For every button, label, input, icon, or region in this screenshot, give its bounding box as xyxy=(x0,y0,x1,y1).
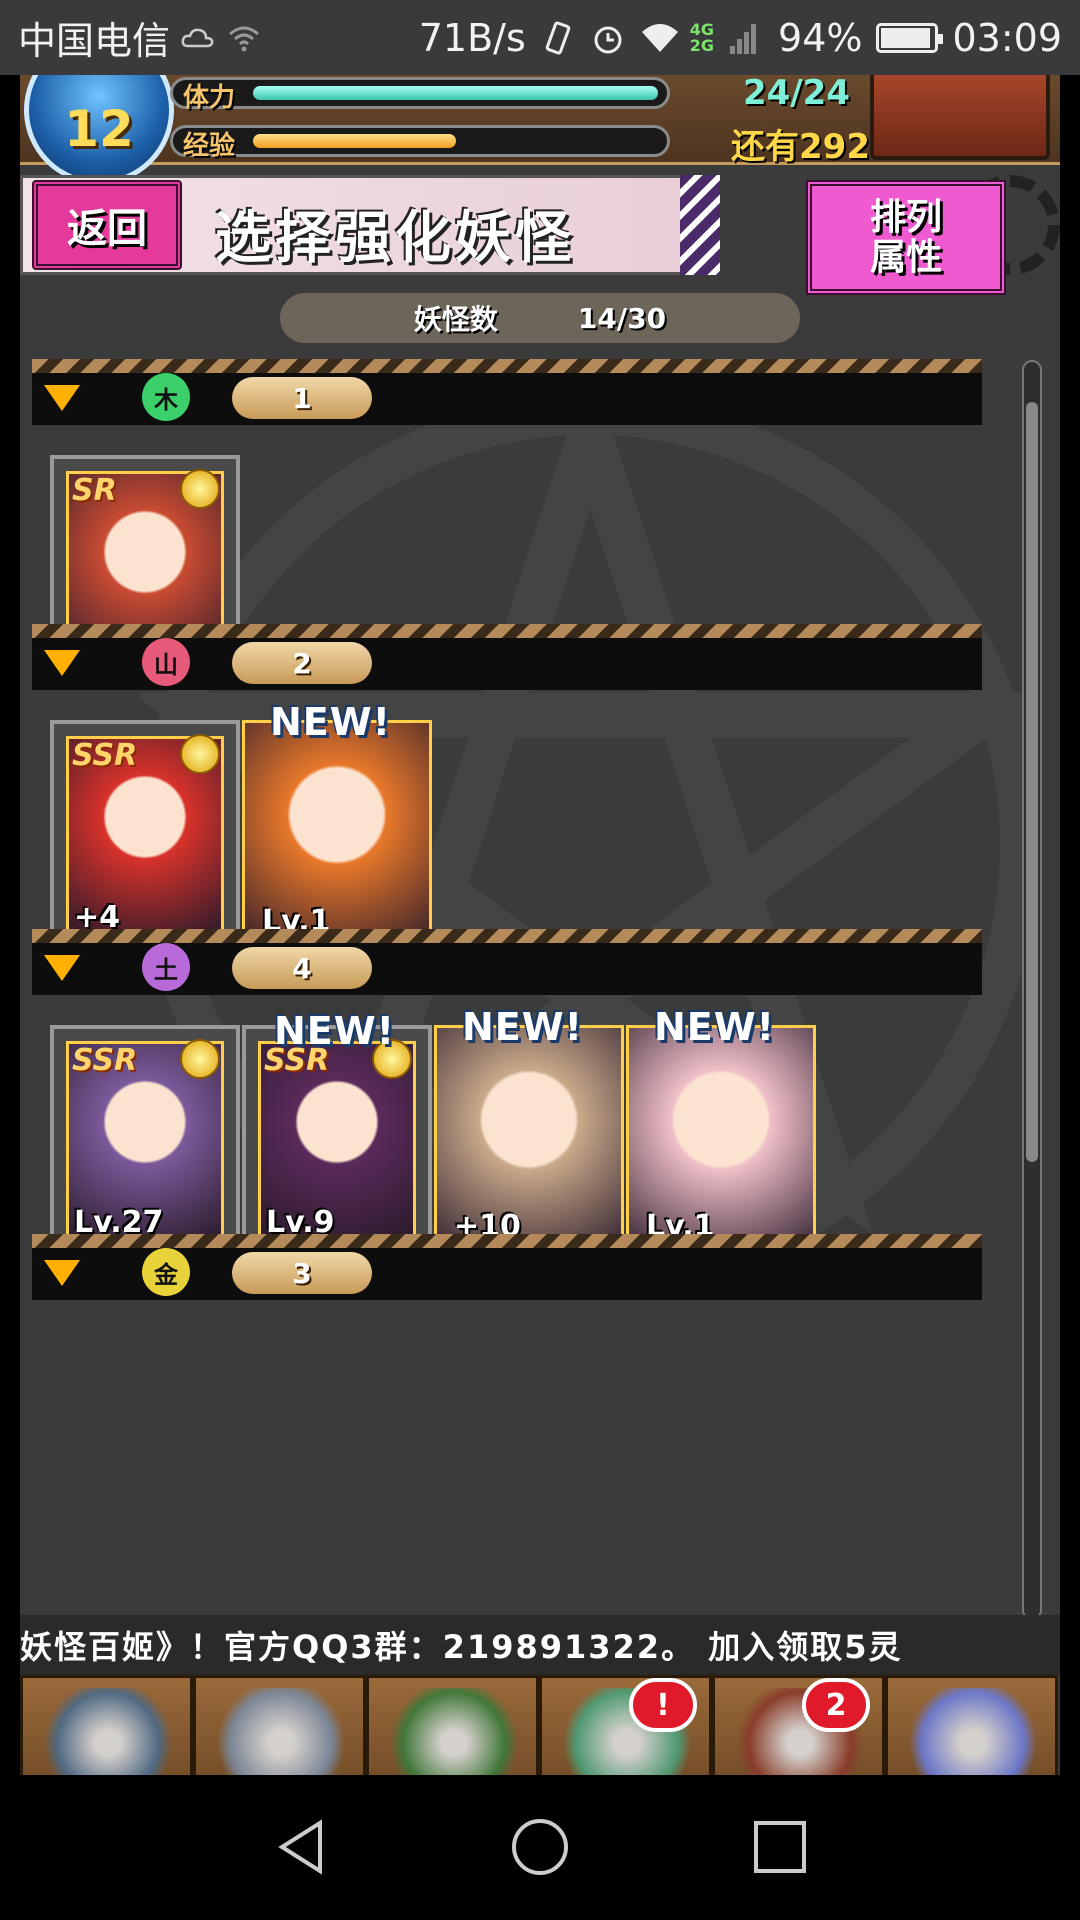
medal-icon xyxy=(180,1039,220,1079)
monster-count-label: 妖怪数 xyxy=(413,303,498,336)
rarity-label: SSR xyxy=(72,1043,138,1078)
nav-item[interactable]: 商店 xyxy=(885,1675,1058,1775)
medal-icon xyxy=(180,469,220,509)
collapse-arrow-icon[interactable] xyxy=(44,955,80,981)
medal-icon xyxy=(180,734,220,774)
sort-label-line2: 属性 xyxy=(869,236,942,278)
vibrate-icon xyxy=(540,20,576,56)
group-header[interactable]: 山2 xyxy=(32,624,982,690)
system-nav-bar xyxy=(0,1775,1080,1920)
group-count: 4 xyxy=(232,947,372,989)
rope-divider xyxy=(32,359,982,373)
network-type: 4G 2G xyxy=(689,19,715,55)
group-header[interactable]: 木1 xyxy=(32,359,982,425)
alarm-icon xyxy=(590,20,626,56)
nav-icon xyxy=(389,1688,519,1775)
collapse-arrow-icon[interactable] xyxy=(44,385,80,411)
rope-divider xyxy=(32,624,982,638)
back-triangle-icon[interactable] xyxy=(270,1815,334,1879)
monster-list[interactable]: 木1SRLv.最大山2SSR+4Lv.1NEW!土4SSRLv.27SSRLv.… xyxy=(20,355,1060,1615)
back-button[interactable]: 返回 xyxy=(32,180,182,270)
rarity-label: SSR xyxy=(72,738,138,773)
exp-label: 经验 xyxy=(183,131,236,161)
recents-square-icon[interactable] xyxy=(748,1815,812,1879)
rarity-label: SR xyxy=(72,473,117,508)
stamina-bar: 体力 xyxy=(170,77,670,113)
sort-button[interactable]: 排列 属性 xyxy=(806,180,1006,295)
monster-count: 妖怪数 14/30 xyxy=(280,293,800,343)
exp-bar: 经验 xyxy=(170,125,670,161)
attribute-icon: 木 xyxy=(142,373,190,421)
monster-card[interactable]: Lv.1 NEW! xyxy=(626,1005,816,1260)
nav-icon xyxy=(43,1688,173,1775)
gift-box-icon[interactable] xyxy=(870,75,1050,160)
status-bar: 中国电信 71B/s 4G 2G 94% 03:09 xyxy=(0,0,1080,75)
exp-remaining: 还有292 xyxy=(731,127,870,167)
new-tag: NEW! xyxy=(654,1005,776,1049)
new-tag: NEW! xyxy=(270,700,392,744)
attribute-icon: 金 xyxy=(142,1248,190,1296)
group-header[interactable]: 金3 xyxy=(32,1234,982,1300)
notification-badge: 2 xyxy=(802,1678,870,1732)
network-speed: 71B/s xyxy=(418,15,526,60)
wifi-off-icon xyxy=(226,20,262,56)
battery-fill xyxy=(881,27,931,48)
group-count: 2 xyxy=(232,642,372,684)
game-screen: 12 体力 24/24 经验 还有292 返回 选择强化妖怪 排列 属性 妖怪数… xyxy=(20,75,1060,1775)
group-header[interactable]: 土4 xyxy=(32,929,982,995)
nav-item[interactable]: 宅邸 xyxy=(20,1675,193,1775)
group-count: 3 xyxy=(232,1252,372,1294)
page-title: 选择强化妖怪 xyxy=(215,206,575,271)
monster-count-value: 14/30 xyxy=(577,301,667,335)
attribute-icon: 山 xyxy=(142,638,190,686)
monster-card[interactable]: Lv.1 NEW! xyxy=(242,700,432,955)
sort-label-line1: 排列 xyxy=(869,196,942,238)
nav-icon xyxy=(216,1688,346,1775)
nav-icon xyxy=(908,1688,1038,1775)
announcement-ticker: 妖怪百姬》！官方QQ3群：219891322。 加入领取5灵 xyxy=(20,1615,1060,1675)
rope-divider xyxy=(32,1234,982,1248)
level-badge: 12 xyxy=(24,75,174,185)
new-tag: NEW! xyxy=(274,1009,396,1053)
attribute-icon: 土 xyxy=(142,943,190,991)
nav-item[interactable]: 妖友2 xyxy=(712,1675,885,1775)
monster-card[interactable]: SSR Lv.9 NEW! xyxy=(242,1009,432,1260)
player-hud: 12 体力 24/24 经验 还有292 xyxy=(20,75,1060,185)
collapse-arrow-icon[interactable] xyxy=(44,650,80,676)
stamina-value: 24/24 xyxy=(742,75,850,113)
banner-stripe xyxy=(680,175,720,275)
scrollbar-thumb[interactable] xyxy=(1026,402,1038,1162)
exp-fill xyxy=(253,134,456,148)
stamina-fill xyxy=(253,86,658,100)
monster-card[interactable]: SSR +4 xyxy=(50,720,240,955)
nav-item[interactable]: 探索 xyxy=(193,1675,366,1775)
battery-percent: 94% xyxy=(778,15,863,60)
nav-item[interactable]: 召唤! xyxy=(539,1675,712,1775)
collapse-arrow-icon[interactable] xyxy=(44,1260,80,1286)
bottom-nav: 宅邸探索妖怪召唤!妖友2商店 xyxy=(20,1675,1060,1775)
scrollbar[interactable] xyxy=(1022,360,1042,1620)
group-count: 1 xyxy=(232,377,372,419)
monster-card[interactable]: SSR Lv.27 xyxy=(50,1025,240,1260)
signal-icon xyxy=(728,20,764,56)
carrier-name: 中国电信 xyxy=(18,19,171,63)
announcement-text: 妖怪百姬》！官方QQ3群：219891322。 加入领取5灵 xyxy=(20,1628,903,1666)
player-level: 12 xyxy=(64,100,134,158)
nav-item[interactable]: 妖怪 xyxy=(366,1675,539,1775)
rope-divider xyxy=(32,929,982,943)
home-circle-icon[interactable] xyxy=(508,1815,572,1879)
battery-icon xyxy=(876,22,944,53)
wifi-icon xyxy=(640,20,678,56)
cloud-icon xyxy=(180,20,216,56)
clock: 03:09 xyxy=(952,15,1062,60)
notification-badge: ! xyxy=(629,1678,697,1732)
monster-card[interactable]: +10 NEW! xyxy=(434,1005,624,1260)
new-tag: NEW! xyxy=(462,1005,584,1049)
stamina-label: 体力 xyxy=(183,83,236,113)
